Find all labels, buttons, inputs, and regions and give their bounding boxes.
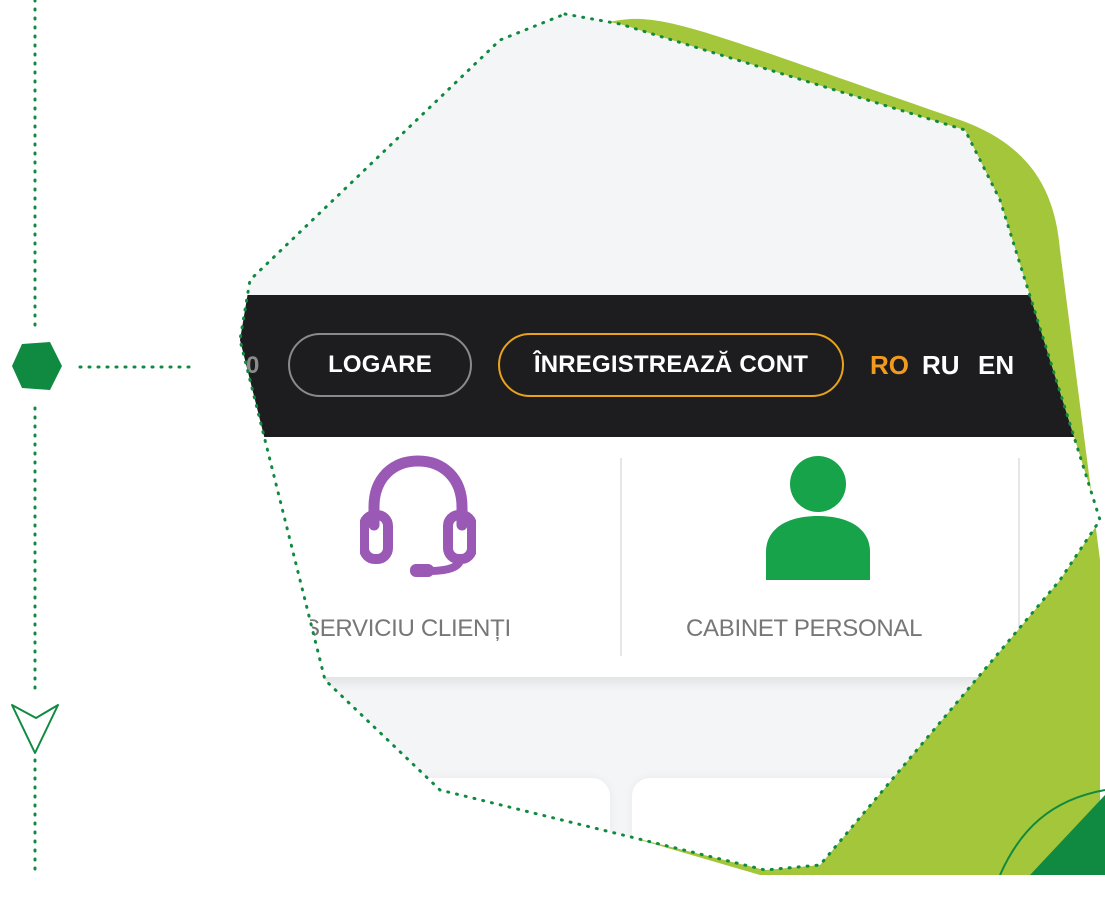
corner-curve-line (999, 789, 1105, 875)
card-divider (1018, 458, 1020, 656)
language-ru-link[interactable]: RU (922, 350, 960, 381)
content-panel (300, 778, 610, 870)
login-button[interactable]: LOGARE (288, 333, 472, 397)
stage: 0 LOGARE ÎNREGISTREAZĂ CONT RO RU EN SER… (0, 0, 1105, 875)
register-button[interactable]: ÎNREGISTREAZĂ CONT (498, 333, 844, 397)
green-corner-shape (1030, 795, 1105, 875)
cart-counter: 0 (246, 352, 260, 379)
card-divider (620, 458, 622, 656)
content-panel (632, 778, 932, 870)
quick-links-strip (240, 437, 1100, 677)
language-en-link[interactable]: EN (978, 350, 1014, 381)
cabinet-card-label[interactable]: CABINET PERSONAL (686, 615, 922, 643)
language-ro-link[interactable]: RO (870, 350, 909, 381)
arrow-down-marker (11, 704, 59, 754)
hexagon-marker (12, 342, 62, 390)
person-icon[interactable] (766, 456, 870, 580)
screenshot-clip: 0 LOGARE ÎNREGISTREAZĂ CONT RO RU EN SER… (240, 14, 1100, 870)
service-card-label[interactable]: SERVICIU CLIENȚI (304, 615, 511, 643)
headset-icon[interactable] (360, 455, 476, 579)
